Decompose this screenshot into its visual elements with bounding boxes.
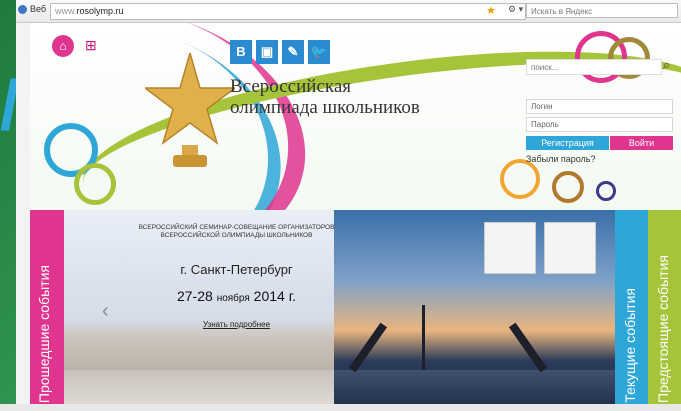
login-field[interactable]: Логин bbox=[526, 99, 673, 114]
decor-ring-orange bbox=[500, 159, 540, 199]
yandex-search-input[interactable]: Искать в Яндекс bbox=[526, 3, 678, 18]
event-slide: ‹ › ВСЕРОССИЙСКИЙ СЕМИНАР-СОВЕЩАНИЕ ОРГА… bbox=[64, 210, 615, 411]
sitemap-icon[interactable]: ⊞ bbox=[85, 37, 103, 55]
url-domain: rosolymp.ru bbox=[76, 6, 124, 16]
upcoming-events-label: Предстоящие события bbox=[655, 255, 671, 403]
twitter-icon[interactable]: 🐦 bbox=[308, 40, 330, 64]
tab-past-events[interactable]: Прошедшие события bbox=[30, 210, 64, 411]
address-bar[interactable]: www.rosolymp.ru bbox=[50, 3, 526, 20]
password-field[interactable]: Пароль bbox=[526, 117, 673, 132]
site-title-line2: олимпиада школьников bbox=[230, 97, 420, 118]
browser-tab[interactable]: Веб bbox=[18, 4, 46, 14]
login-button[interactable]: Войти bbox=[610, 136, 673, 150]
search-icon[interactable]: ⌕ bbox=[663, 57, 670, 73]
decor-ring-green bbox=[74, 163, 116, 205]
tab-current-events[interactable]: Текущие события bbox=[615, 210, 648, 411]
search-engine-dropdown[interactable]: ⚙ ▾ bbox=[508, 4, 523, 15]
dates-days: 27-28 bbox=[176, 288, 213, 304]
city-emblem bbox=[544, 222, 596, 274]
events-band: Прошедшие события ‹ › ВСЕРОССИЙСКИЙ СЕМИ… bbox=[30, 210, 681, 411]
livejournal-icon[interactable]: ✎ bbox=[282, 40, 304, 64]
dates-year: 2014 г. bbox=[253, 288, 296, 304]
past-events-label: Прошедшие события bbox=[36, 264, 52, 403]
decor-ring-navy bbox=[596, 181, 616, 201]
browser-icon bbox=[18, 4, 27, 14]
slider-prev-icon[interactable]: ‹ bbox=[102, 300, 109, 323]
more-link[interactable]: Узнать подробнее bbox=[134, 320, 339, 329]
event-dates: 27-28 ноября 2014 г. bbox=[134, 288, 339, 304]
site-search-input[interactable]: поиск... bbox=[526, 59, 662, 75]
tab-label: Веб bbox=[30, 4, 47, 14]
forgot-password-link[interactable]: Забыли пароль? bbox=[526, 154, 595, 164]
dates-month: ноября bbox=[216, 293, 250, 304]
browser-window: Веб www.rosolymp.ru ★ ⚙ ▾ Искать в Яндек… bbox=[16, 0, 681, 411]
spire bbox=[422, 305, 425, 370]
url-prefix: www. bbox=[55, 6, 77, 16]
tab-upcoming-events[interactable]: Предстоящие события bbox=[648, 210, 681, 411]
register-button[interactable]: Регистрация bbox=[526, 136, 609, 150]
seminar-text: ВСЕРОССИЙСКИЙ СЕМИНАР-СОВЕЩАНИЕ ОРГАНИЗА… bbox=[138, 224, 335, 239]
site-header: ⌂ ⊞ B ▣ ✎ 🐦 Всероссийская олимпиада школ… bbox=[30, 23, 681, 210]
site-title-line1: Всероссийская bbox=[230, 76, 351, 97]
vk-icon[interactable]: B bbox=[230, 40, 252, 64]
home-icon[interactable]: ⌂ bbox=[52, 35, 74, 57]
current-events-label: Текущие события bbox=[622, 288, 638, 403]
instagram-icon[interactable]: ▣ bbox=[256, 40, 278, 64]
favorite-star-icon[interactable]: ★ bbox=[486, 4, 496, 17]
decor-ring-brown bbox=[552, 171, 584, 203]
university-emblem bbox=[484, 222, 536, 274]
site-title: Всероссийская олимпиада школьников bbox=[230, 76, 420, 118]
status-bar bbox=[0, 404, 681, 411]
web-page: ⌂ ⊞ B ▣ ✎ 🐦 Всероссийская олимпиада школ… bbox=[30, 23, 681, 411]
event-city: г. Санкт-Петербург bbox=[180, 262, 293, 277]
star-trophy-logo bbox=[145, 53, 235, 167]
browser-toolbar: Веб www.rosolymp.ru ★ ⚙ ▾ Искать в Яндек… bbox=[16, 0, 681, 23]
social-links: B ▣ ✎ 🐦 bbox=[230, 40, 330, 64]
